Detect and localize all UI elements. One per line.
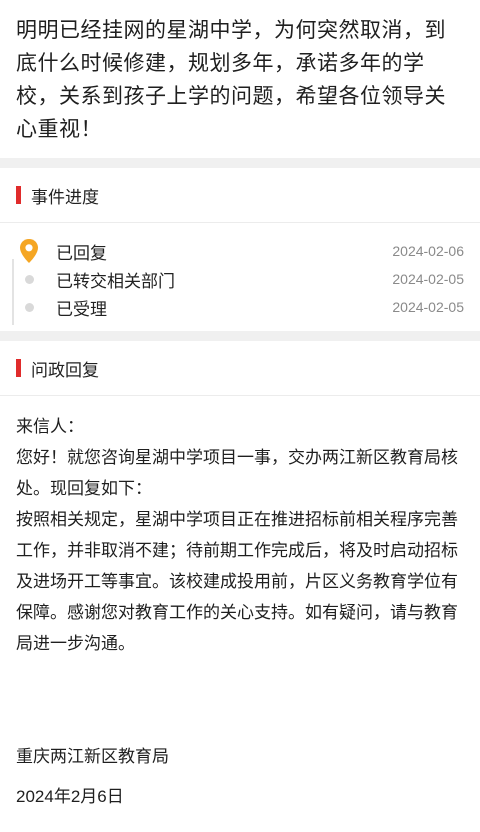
- reply-date: 2024年2月6日: [16, 787, 124, 806]
- complaint-text: 明明已经挂网的星湖中学，为何突然取消，到底什么时候修建，规划多年，承诺多年的学校…: [16, 18, 446, 141]
- timeline-item: 已回复 2024-02-06: [16, 237, 464, 265]
- section-divider: [0, 331, 480, 341]
- timeline-line: [12, 259, 14, 325]
- section-marker: [16, 359, 21, 377]
- timeline-date: 2024-02-06: [392, 243, 464, 259]
- reply-section-title: 问政回复: [31, 360, 99, 381]
- dot-icon: [24, 302, 34, 312]
- location-pin-icon: [20, 239, 38, 263]
- timeline-label: 已回复: [56, 243, 107, 264]
- reply-salutation: 来信人：: [16, 417, 84, 437]
- reply-body: 来信人： 您好！就您咨询星湖中学项目一事，交办两江新区教育局核处。现回复如下： …: [0, 396, 480, 812]
- progress-section-header: 事件进度: [0, 168, 480, 223]
- reply-signature: 重庆两江新区教育局: [16, 747, 169, 767]
- progress-section-title: 事件进度: [31, 187, 99, 208]
- timeline-date: 2024-02-05: [392, 271, 464, 287]
- reply-paragraph: 您好！就您咨询星湖中学项目一事，交办两江新区教育局核处。现回复如下：: [16, 448, 458, 499]
- timeline-item: 已受理 2024-02-05: [16, 293, 464, 321]
- dot-icon: [24, 274, 34, 284]
- timeline-date: 2024-02-05: [392, 299, 464, 315]
- section-divider: [0, 158, 480, 168]
- reply-section-header: 问政回复: [0, 341, 480, 396]
- reply-paragraph: 按照相关规定，星湖中学项目正在推进招标前相关程序完善工作，并非取消不建；待前期工…: [16, 510, 458, 654]
- timeline-label: 已转交相关部门: [56, 271, 175, 292]
- progress-timeline: 已回复 2024-02-06 已转交相关部门 2024-02-05 已受理 20…: [0, 223, 480, 331]
- timeline-marker: [16, 293, 42, 321]
- timeline-marker: [16, 265, 42, 293]
- timeline-marker: [16, 237, 42, 265]
- timeline-label: 已受理: [56, 299, 107, 320]
- timeline-item: 已转交相关部门 2024-02-05: [16, 265, 464, 293]
- section-marker: [16, 186, 21, 204]
- complaint-text-block: 明明已经挂网的星湖中学，为何突然取消，到底什么时候修建，规划多年，承诺多年的学校…: [0, 0, 480, 158]
